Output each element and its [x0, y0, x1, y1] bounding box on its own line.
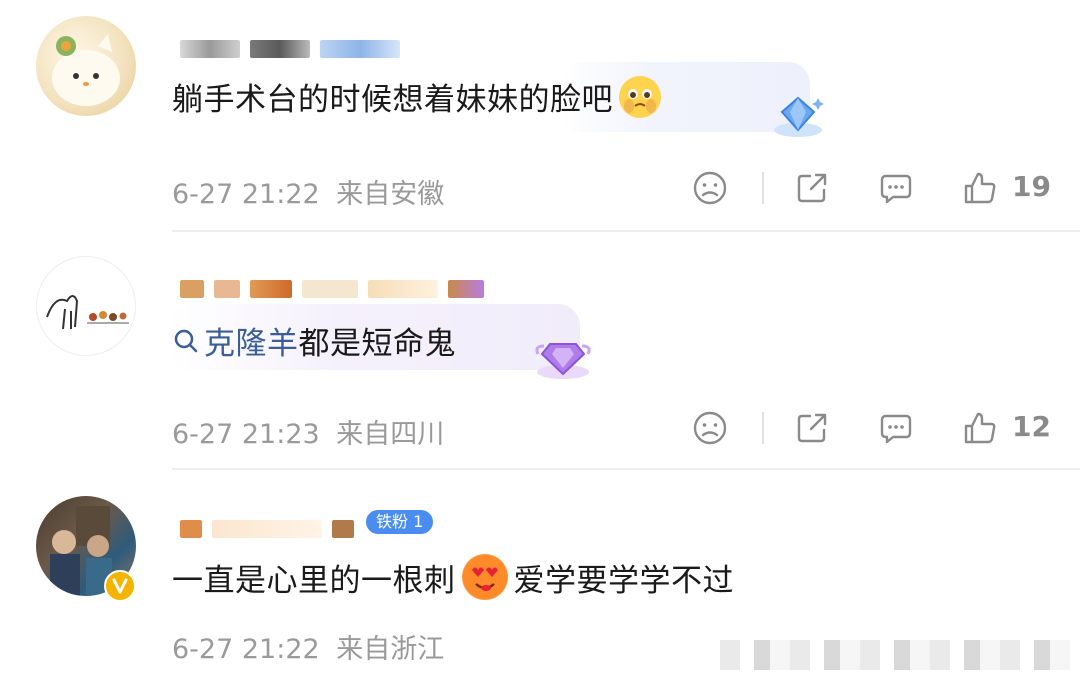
username-masked[interactable]	[180, 280, 484, 298]
dislike-face-icon[interactable]	[692, 170, 728, 206]
like-count: 12	[1012, 410, 1051, 443]
username-masked[interactable]	[180, 40, 400, 58]
action-separator	[762, 172, 764, 204]
comment-body: 都是短命鬼	[298, 326, 456, 362]
search-link-label: 克隆羊	[204, 326, 299, 362]
comment-text: 躺手术台的时候想着妹妹的脸吧	[172, 74, 667, 119]
search-link[interactable]: 克隆羊	[172, 318, 299, 363]
crying-pleading-face-icon	[619, 75, 661, 118]
comment-body: 躺手术台的时候想着妹妹的脸吧	[172, 82, 613, 118]
avatar[interactable]	[36, 16, 136, 116]
thumbs-up-icon[interactable]	[962, 410, 998, 446]
comment-location: 来自四川	[336, 419, 445, 450]
comment-text: 克隆羊 都是短命鬼	[172, 318, 456, 363]
diamond-badge-icon	[768, 92, 830, 144]
heart-eyes-face-icon	[461, 554, 508, 600]
fan-badge-label: 铁粉 1	[376, 512, 424, 531]
comment-date: 6-27 21:23	[172, 419, 320, 450]
comment-meta: 6-27 21:23 来自四川	[172, 412, 444, 451]
comment-actions: 12	[690, 410, 1051, 450]
search-icon	[174, 329, 198, 352]
comment-body-part2: 爱学要学学不过	[513, 562, 734, 599]
comment-meta: 6-27 21:22 来自浙江	[172, 627, 444, 666]
dislike-face-icon[interactable]	[692, 410, 728, 446]
comment-body-part1: 一直是心里的一根刺	[172, 562, 456, 599]
comment-actions: 19	[690, 170, 1051, 210]
comment-item: 克隆羊 都是短命鬼 6-27 21:23 来自四川 12	[0, 232, 1080, 470]
comment-icon[interactable]	[878, 410, 914, 446]
comment-date: 6-27 21:22	[172, 634, 320, 665]
comment-location: 来自浙江	[336, 634, 445, 665]
comment-meta: 6-27 21:22 来自安徽	[172, 172, 444, 211]
cat-doll-avatar-image	[52, 34, 120, 106]
comment-text: 一直是心里的一根刺 爱学要学学不过	[172, 554, 734, 600]
avatar[interactable]	[36, 256, 136, 356]
fan-badge: 铁粉 1	[366, 510, 434, 534]
share-icon[interactable]	[794, 170, 830, 206]
gem-badge-icon	[530, 332, 596, 386]
like-count: 19	[1012, 170, 1051, 203]
crocodile-drawing-avatar-image	[46, 295, 129, 330]
pixelated-watermark	[720, 640, 1070, 670]
thumbs-up-icon[interactable]	[962, 170, 998, 206]
comment-location: 来自安徽	[336, 179, 445, 210]
username-masked[interactable]	[180, 520, 354, 538]
share-icon[interactable]	[794, 410, 830, 446]
comment-item: 躺手术台的时候想着妹妹的脸吧 6-27 21:22 来自安徽 19	[0, 0, 1080, 232]
comment-item: 铁粉 1 一直是心里的一根刺 爱学要学学不过 6-27 21:22 来自浙江	[0, 470, 1080, 675]
action-separator	[762, 412, 764, 444]
comment-icon[interactable]	[878, 170, 914, 206]
verified-badge-icon	[104, 570, 136, 602]
comment-date: 6-27 21:22	[172, 179, 320, 210]
